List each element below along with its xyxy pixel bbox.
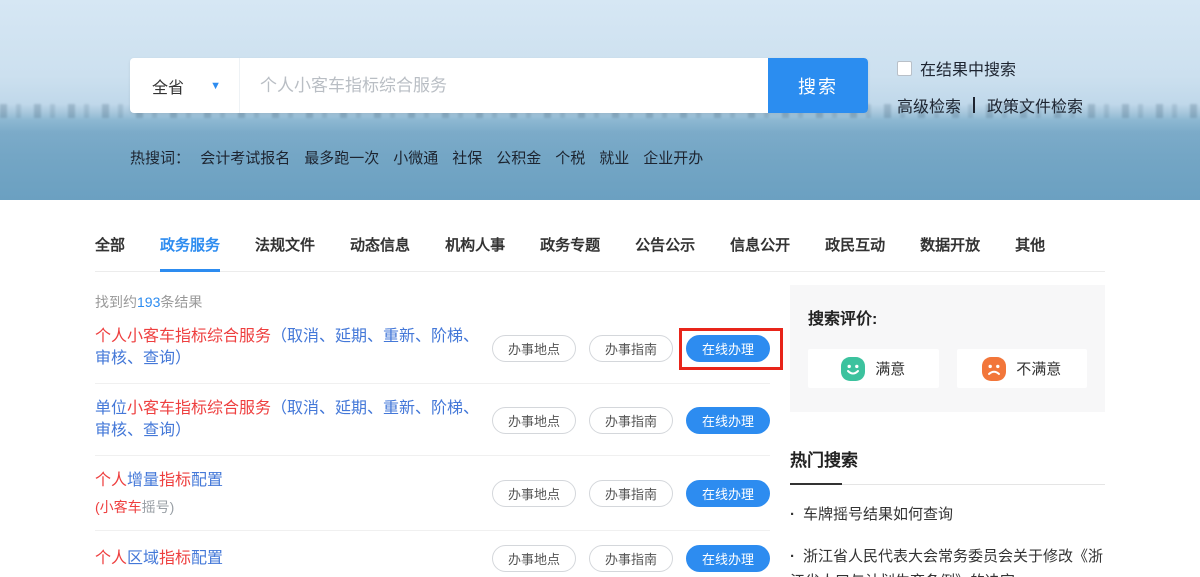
- action-button[interactable]: 办事地点: [492, 407, 576, 434]
- hot-word-link[interactable]: 会计考试报名: [200, 150, 290, 167]
- result-list: 个人小客车指标综合服务（取消、延期、重新、阶梯、审核、查询）办事地点办事指南在线…: [95, 312, 770, 577]
- action-button[interactable]: 办事地点: [492, 545, 576, 572]
- online-handle-button[interactable]: 在线办理: [686, 407, 770, 434]
- result-count: 找到约193条结果: [95, 292, 770, 312]
- sidebar: 搜索评价: 满意: [790, 272, 1105, 577]
- result-row: 单位小客车指标综合服务（取消、延期、重新、阶梯、审核、查询）办事地点办事指南在线…: [95, 384, 770, 456]
- action-button[interactable]: 办事指南: [589, 480, 673, 507]
- result-row: 个人增量指标配置 (小客车摇号) 办事地点办事指南在线办理: [95, 456, 770, 531]
- hot-word-link[interactable]: 企业开办: [643, 150, 703, 167]
- search-button[interactable]: 搜索: [768, 58, 868, 113]
- result-subtitle[interactable]: (小客车摇号): [95, 497, 223, 517]
- satisfied-button[interactable]: 满意: [808, 349, 939, 388]
- action-button[interactable]: 办事地点: [492, 480, 576, 507]
- search-in-results-checkbox[interactable]: [897, 61, 912, 76]
- hot-search-panel: 热门搜索 车牌摇号结果如何查询浙江省人民代表大会常务委员会关于修改《浙江省人口与…: [790, 446, 1105, 577]
- hot-word-link[interactable]: 个税: [555, 150, 585, 167]
- results-page: 全部政务服务法规文件动态信息机构人事政务专题公告公示信息公开政民互动数据开放其他…: [95, 200, 1105, 577]
- search-evaluation-panel: 搜索评价: 满意: [790, 285, 1105, 412]
- results-column: 找到约193条结果 个人小客车指标综合服务（取消、延期、重新、阶梯、审核、查询）…: [95, 272, 770, 577]
- hot-word-link[interactable]: 社保: [452, 150, 482, 167]
- hot-search-item[interactable]: 浙江省人民代表大会常务委员会关于修改《浙江省人口与计划生育条例》的决定: [790, 544, 1105, 577]
- advanced-search-link[interactable]: 高级检索: [897, 93, 961, 117]
- banner-image: 全省 ▼ 搜索 在结果中搜索 高级检索 政策文件检索 热搜词： 会计考试报名最多…: [0, 0, 1200, 200]
- unsatisfied-label: 不满意: [1016, 358, 1061, 379]
- tab-动态信息[interactable]: 动态信息: [350, 234, 410, 271]
- search-input[interactable]: [240, 58, 768, 113]
- evaluation-title: 搜索评价:: [808, 305, 1087, 329]
- action-button[interactable]: 办事地点: [492, 335, 576, 362]
- hot-word-link[interactable]: 公积金: [496, 150, 541, 167]
- tab-数据开放[interactable]: 数据开放: [920, 234, 980, 271]
- region-select-label: 全省: [152, 74, 184, 98]
- smiley-face-icon: [841, 357, 865, 381]
- tab-法规文件[interactable]: 法规文件: [255, 234, 315, 271]
- result-row: 个人区域指标配置 办事地点办事指南在线办理: [95, 531, 770, 577]
- policy-search-link[interactable]: 政策文件检索: [987, 93, 1083, 117]
- tab-公告公示[interactable]: 公告公示: [635, 234, 695, 271]
- action-button[interactable]: 办事指南: [589, 545, 673, 572]
- sad-face-icon: [982, 357, 1006, 381]
- hot-words-row: 热搜词： 会计考试报名最多跑一次小微通社保公积金个税就业企业开办: [130, 147, 731, 168]
- tab-全部[interactable]: 全部: [95, 234, 125, 271]
- hot-search-title: 热门搜索: [790, 446, 1105, 471]
- search-in-results-label: 在结果中搜索: [920, 56, 1016, 80]
- tab-其他[interactable]: 其他: [1015, 234, 1045, 271]
- region-select-dropdown[interactable]: 全省 ▼: [130, 58, 240, 113]
- unsatisfied-button[interactable]: 不满意: [957, 349, 1088, 388]
- action-button[interactable]: 办事指南: [589, 407, 673, 434]
- tab-政务专题[interactable]: 政务专题: [540, 234, 600, 271]
- hot-word-link[interactable]: 就业: [599, 150, 629, 167]
- action-button[interactable]: 办事指南: [589, 335, 673, 362]
- tab-机构人事[interactable]: 机构人事: [445, 234, 505, 271]
- tab-信息公开[interactable]: 信息公开: [730, 234, 790, 271]
- online-handle-button[interactable]: 在线办理: [686, 545, 770, 572]
- hot-word-link[interactable]: 小微通: [393, 150, 438, 167]
- hot-word-link[interactable]: 最多跑一次: [304, 150, 379, 167]
- satisfied-label: 满意: [875, 358, 905, 379]
- hot-words-label: 热搜词：: [130, 150, 190, 167]
- category-tabs: 全部政务服务法规文件动态信息机构人事政务专题公告公示信息公开政民互动数据开放其他: [95, 200, 1105, 272]
- result-title[interactable]: 个人区域指标配置: [95, 548, 223, 570]
- hot-search-item[interactable]: 车牌摇号结果如何查询: [790, 502, 1105, 527]
- search-options: 在结果中搜索 高级检索 政策文件检索: [897, 56, 1083, 117]
- search-in-results-row[interactable]: 在结果中搜索: [897, 56, 1083, 80]
- chevron-down-icon: ▼: [210, 80, 221, 92]
- result-row: 个人小客车指标综合服务（取消、延期、重新、阶梯、审核、查询）办事地点办事指南在线…: [95, 312, 770, 384]
- section-divider: [790, 484, 1105, 485]
- result-title[interactable]: 个人小客车指标综合服务（取消、延期、重新、阶梯、审核、查询）: [95, 326, 492, 370]
- result-title[interactable]: 单位小客车指标综合服务（取消、延期、重新、阶梯、审核、查询）: [95, 398, 492, 442]
- tab-政民互动[interactable]: 政民互动: [825, 234, 885, 271]
- tab-政务服务[interactable]: 政务服务: [160, 234, 220, 271]
- result-title[interactable]: 个人增量指标配置: [95, 470, 223, 492]
- result-count-number: 193: [137, 294, 160, 310]
- online-handle-button[interactable]: 在线办理: [686, 480, 770, 507]
- vertical-divider: [973, 97, 975, 113]
- online-handle-button[interactable]: 在线办理: [686, 335, 770, 362]
- search-bar: 全省 ▼ 搜索: [130, 58, 868, 113]
